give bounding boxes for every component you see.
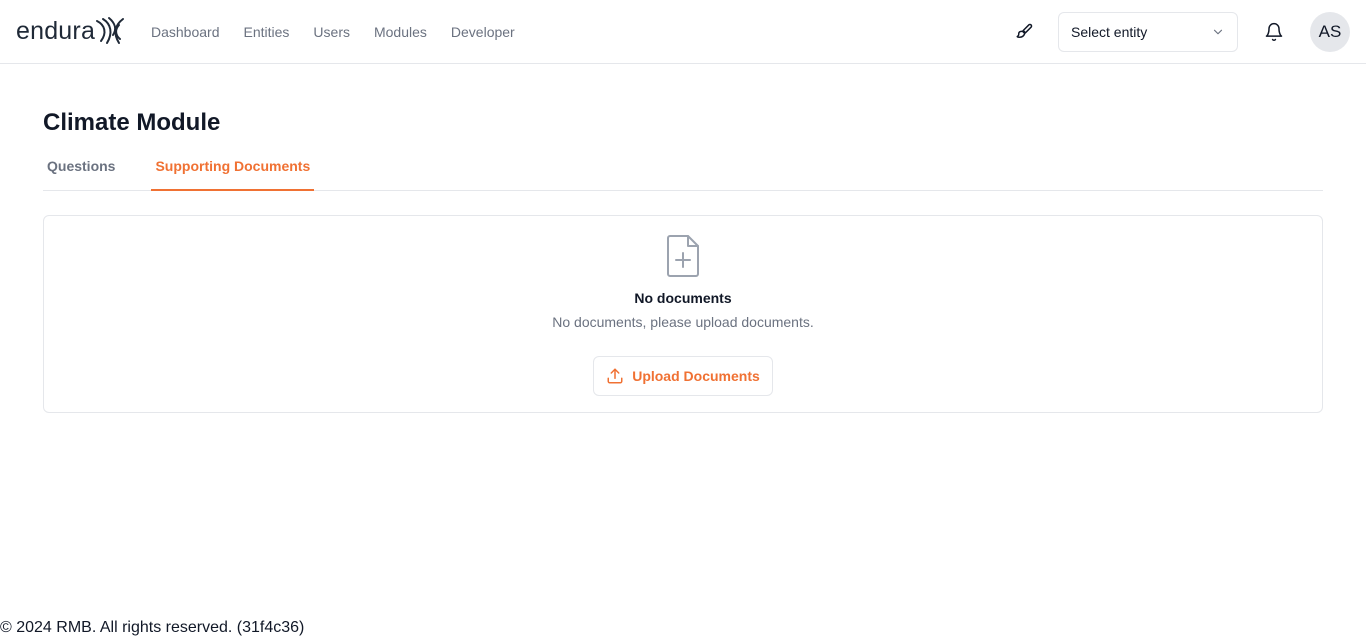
top-navigation-bar: endura Dashboard Entities Users Modules …: [0, 0, 1366, 64]
entity-select[interactable]: Select entity: [1058, 12, 1238, 52]
tab-supporting-documents[interactable]: Supporting Documents: [151, 142, 315, 191]
nav-item-developer[interactable]: Developer: [451, 24, 515, 40]
theme-button[interactable]: [1012, 20, 1036, 44]
upload-icon: [607, 368, 623, 384]
empty-state-title: No documents: [634, 290, 732, 306]
tab-questions[interactable]: Questions: [43, 142, 119, 190]
nav-item-modules[interactable]: Modules: [374, 24, 427, 40]
module-tabs: Questions Supporting Documents: [43, 142, 1323, 191]
user-avatar[interactable]: AS: [1310, 12, 1350, 52]
paintbrush-icon: [1016, 23, 1033, 38]
empty-state-description: No documents, please upload documents.: [552, 314, 814, 330]
nav-item-entities[interactable]: Entities: [244, 24, 290, 40]
page-title: Climate Module: [43, 109, 221, 136]
logo-text: endura: [16, 16, 96, 45]
bell-icon: [1265, 22, 1283, 42]
main-nav: Dashboard Entities Users Modules Develop…: [151, 0, 539, 64]
nav-item-dashboard[interactable]: Dashboard: [151, 24, 220, 40]
logo-mark-icon: [96, 17, 125, 44]
nav-item-users[interactable]: Users: [313, 24, 350, 40]
file-plus-icon: [667, 235, 699, 277]
endura-logo[interactable]: endura: [16, 14, 125, 48]
footer-copyright: © 2024 RMB. All rights reserved. (31f4c3…: [0, 619, 305, 636]
upload-documents-label: Upload Documents: [632, 368, 760, 384]
notifications-button[interactable]: [1262, 20, 1286, 44]
upload-documents-button[interactable]: Upload Documents: [593, 356, 773, 396]
entity-select-value: Select entity: [1071, 24, 1148, 40]
chevron-down-icon: [1213, 29, 1223, 35]
documents-card: No documents No documents, please upload…: [43, 215, 1323, 413]
